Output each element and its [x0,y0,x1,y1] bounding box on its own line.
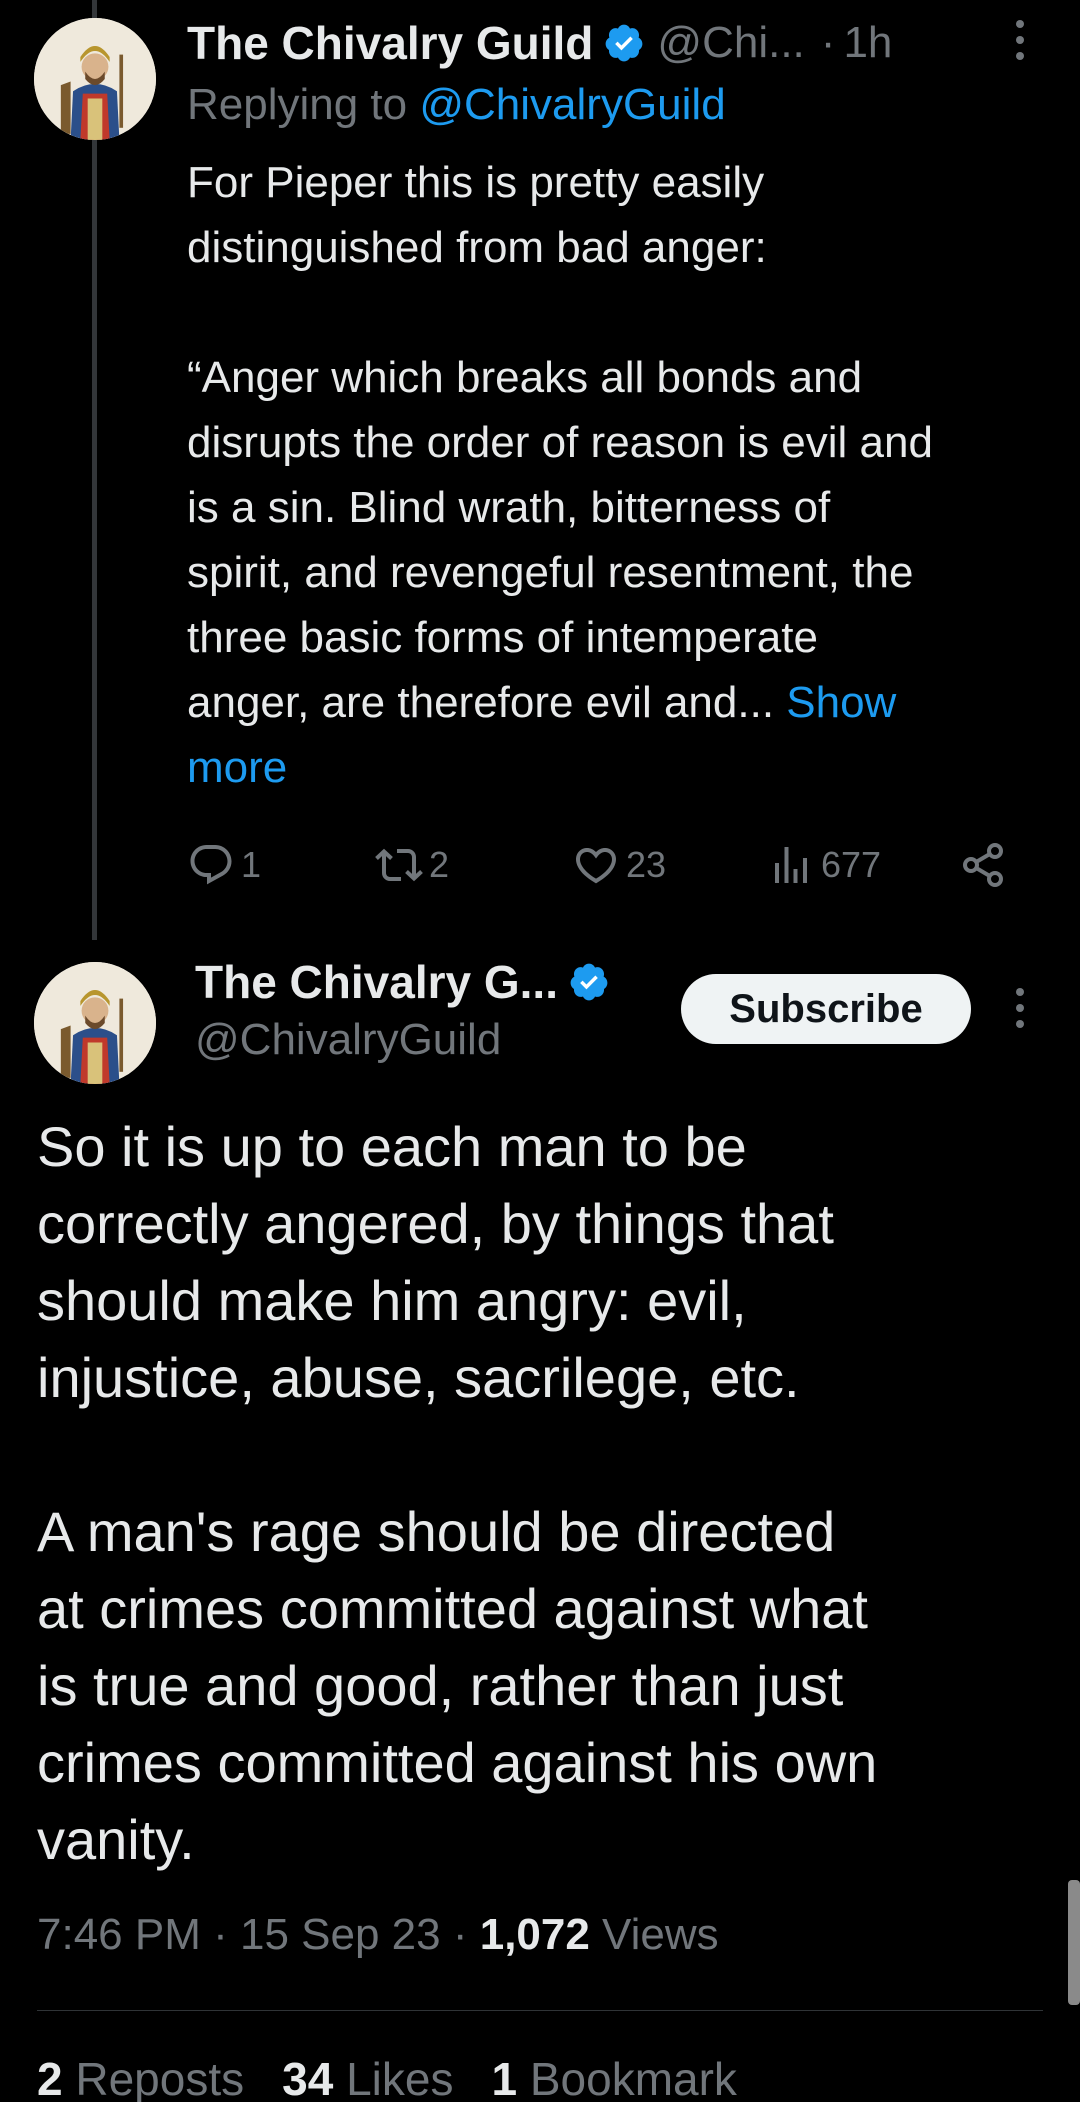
tweet-time[interactable]: 7:46 PM [37,1910,201,1959]
reply-button[interactable]: 1 [187,835,261,895]
separator-dot: · [440,1910,480,1959]
share-icon [963,843,1003,887]
separator-dot: · [200,1910,240,1959]
avatar[interactable] [34,18,156,140]
author-display-name[interactable]: The Chivalry Guild [187,16,593,70]
knight-avatar-image [34,962,156,1084]
reposts-stat[interactable]: 2 Reposts [37,2052,244,2102]
reposts-stat-count: 2 [37,2053,63,2102]
more-icon[interactable] [1000,10,1040,70]
reply-icon [190,845,232,885]
views-count: 677 [821,844,882,885]
likes-stat-count: 34 [282,2053,334,2102]
likes-stat[interactable]: 34 Likes [282,2052,453,2102]
replying-to-mention-link[interactable]: @ChivalryGuild [419,80,725,129]
views-icon [775,847,807,883]
engagement-stats: 2 Reposts 34 Likes 1 Bookmark [37,2052,737,2102]
bookmarks-stat-count: 1 [491,2053,518,2102]
reply-tweet-text: For Pieper this is pretty easily disting… [187,150,1067,800]
tweet-meta-line: 7:46 PM · 15 Sep 23 · 1,072 Views [37,1910,719,1960]
likes-stat-label: Likes [333,2053,454,2102]
verified-badge-icon[interactable] [603,22,645,64]
reply-tweet-body: For Pieper this is pretty easily disting… [187,158,933,727]
reposts-stat-label: Reposts [62,2053,245,2102]
main-tweet-text: So it is up to each man to be correctly … [37,1115,878,1871]
tweet-date[interactable]: 15 Sep 23 [240,1910,441,1959]
views-total-count: 1,072 [479,1910,590,1959]
avatar[interactable] [34,962,156,1084]
like-icon [575,848,617,884]
reply-tweet-header: The Chivalry Guild @Chi... · 1h [187,8,892,78]
scrollbar[interactable] [1068,1880,1080,2005]
verified-badge-icon[interactable] [568,961,610,1003]
tweet-action-bar: 1 2 23 677 [187,835,1017,895]
views-button[interactable]: 677 [767,835,881,895]
like-button[interactable]: 23 [572,835,666,895]
tweet-timestamp[interactable]: 1h [843,18,892,68]
author-handle[interactable]: @ChivalryGuild [195,1015,501,1065]
repost-button[interactable]: 2 [375,835,449,895]
repost-count: 2 [429,844,450,885]
replying-to-line: Replying to @ChivalryGuild [187,80,726,130]
replying-to-label: Replying to [187,80,420,129]
subscribe-button[interactable]: Subscribe [681,974,971,1044]
reply-count: 1 [241,844,262,885]
repost-icon [375,848,423,882]
thread-connector-line [92,0,97,940]
author-display-name[interactable]: The Chivalry G... [195,955,558,1009]
bookmarks-stat[interactable]: 1 Bookmark [491,2052,736,2102]
views-label: Views [589,1910,719,1959]
knight-avatar-image [34,18,156,140]
bookmarks-stat-label: Bookmark [517,2053,737,2102]
more-icon[interactable] [1000,978,1040,1038]
author-handle[interactable]: @Chi... [657,18,804,68]
separator-dot: · [820,18,836,67]
share-button[interactable] [959,835,1007,895]
divider [37,2010,1043,2011]
main-tweet-header: The Chivalry G... [195,955,610,1009]
like-count: 23 [626,844,667,885]
